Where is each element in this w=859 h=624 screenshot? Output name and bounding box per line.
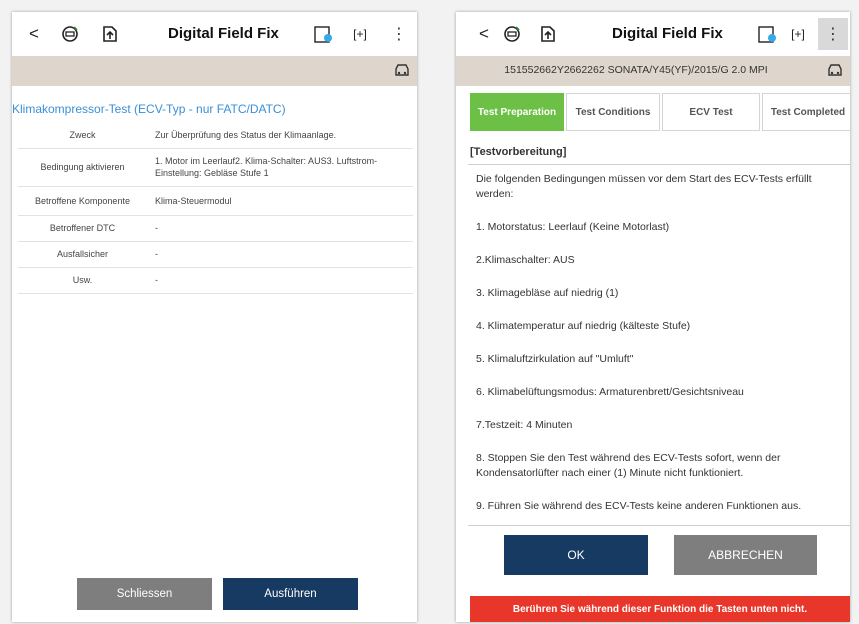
row-value: Zur Überprüfung des Status der Klimaanla…: [147, 122, 413, 149]
instruction-text: 5. Klimaluftzirkulation auf "Umluft": [476, 353, 634, 365]
instruction-text: 3. Klimagebläse auf niedrig (1): [476, 287, 619, 299]
car-info-icon[interactable]: [826, 62, 844, 80]
file-upload-icon[interactable]: [536, 23, 560, 45]
close-button[interactable]: Schliessen: [77, 578, 212, 610]
test-step-tabs: Test Preparation Test Conditions ECV Tes…: [456, 93, 850, 133]
right-screen: < Digital Field Fix [+] ⋮ 151552662Y2662…: [456, 12, 850, 622]
top-toolbar: < Digital Field Fix [+] ⋮: [456, 12, 850, 56]
instruction-text: 1. Motorstatus: Leerlauf (Keine Motorlas…: [476, 221, 670, 233]
instruction-text: 4. Klimatemperatur auf niedrig (kälteste…: [476, 320, 691, 332]
row-value: 1. Motor im Leerlauf2. Klima-Schalter: A…: [147, 148, 413, 187]
divider: [468, 525, 850, 526]
row-label: Zweck: [18, 122, 147, 149]
row-label: Ausfallsicher: [18, 241, 147, 268]
table-row: Zweck Zur Überprüfung des Status der Kli…: [18, 122, 413, 149]
more-vert-icon[interactable]: ⋮: [384, 18, 414, 50]
table-row: Betroffene Komponente Klima-Steuermodul: [18, 186, 413, 216]
row-value: Klima-Steuermodul: [147, 186, 413, 216]
instruction-text: 6. Klimabelüftungsmodus: Armaturenbrett/…: [476, 386, 744, 398]
car-info-icon[interactable]: [393, 62, 411, 80]
vehicle-info-bar: [12, 56, 417, 86]
vehicle-info-bar: 151552662Y2662262 SONATA/Y45(YF)/2015/G …: [456, 56, 850, 86]
divider: [468, 164, 850, 165]
cancel-button[interactable]: ABBRECHEN: [674, 535, 817, 575]
battery-coin-icon[interactable]: [312, 23, 336, 45]
fullscreen-icon[interactable]: [+]: [348, 23, 372, 45]
row-value: -: [147, 241, 413, 268]
back-icon[interactable]: <: [22, 23, 46, 45]
row-label: Betroffene Komponente: [18, 186, 147, 216]
instruction-text: 7.Testzeit: 4 Minuten: [476, 419, 573, 431]
fullscreen-icon[interactable]: [+]: [786, 23, 810, 45]
table-row: Usw. -: [18, 267, 413, 294]
instructions: Die folgenden Bedingungen müssen vor dem…: [476, 172, 844, 532]
tab-test-completed[interactable]: Test Completed: [762, 93, 850, 131]
section-title: [Testvorbereitung]: [470, 146, 567, 158]
table-row: Betroffener DTC -: [18, 215, 413, 242]
diagnostic-car-icon[interactable]: [500, 23, 524, 45]
instruction-text: Die folgenden Bedingungen müssen vor dem…: [476, 173, 812, 200]
run-button[interactable]: Ausführen: [223, 578, 358, 610]
app-title: Digital Field Fix: [612, 25, 723, 42]
more-vert-icon[interactable]: ⋮: [818, 18, 848, 50]
left-screen: < Digital Field Fix [+] ⋮ Klimakompresso…: [12, 12, 417, 622]
table-row: Ausfallsicher -: [18, 241, 413, 268]
instruction-text: 8. Stoppen Sie den Test während des ECV-…: [476, 452, 781, 479]
row-label: Bedingung aktivieren: [18, 148, 147, 187]
row-label: Betroffener DTC: [18, 215, 147, 242]
table-row: Bedingung aktivieren 1. Motor im Leerlau…: [18, 148, 413, 187]
tab-test-preparation[interactable]: Test Preparation: [470, 93, 564, 131]
instruction-text: 9. Führen Sie während des ECV-Tests kein…: [476, 500, 802, 512]
row-value: -: [147, 215, 413, 242]
instruction-text: 2.Klimaschalter: AUS: [476, 254, 575, 266]
diagnostic-car-icon[interactable]: [58, 23, 82, 45]
test-info-table: Zweck Zur Überprüfung des Status der Kli…: [18, 122, 413, 294]
battery-coin-icon[interactable]: [756, 23, 780, 45]
test-heading: Klimakompressor-Test (ECV-Typ - nur FATC…: [12, 102, 286, 116]
app-title: Digital Field Fix: [168, 25, 279, 42]
row-value: -: [147, 267, 413, 294]
file-upload-icon[interactable]: [98, 23, 122, 45]
back-icon[interactable]: <: [472, 23, 496, 45]
tab-ecv-test[interactable]: ECV Test: [662, 93, 760, 131]
ok-button[interactable]: OK: [504, 535, 648, 575]
vehicle-info: 151552662Y2662262 SONATA/Y45(YF)/2015/G …: [504, 64, 768, 76]
warning-banner: Berühren Sie während dieser Funktion die…: [470, 596, 850, 622]
row-label: Usw.: [18, 267, 147, 294]
tab-test-conditions[interactable]: Test Conditions: [566, 93, 660, 131]
top-toolbar: < Digital Field Fix [+] ⋮: [12, 12, 417, 56]
